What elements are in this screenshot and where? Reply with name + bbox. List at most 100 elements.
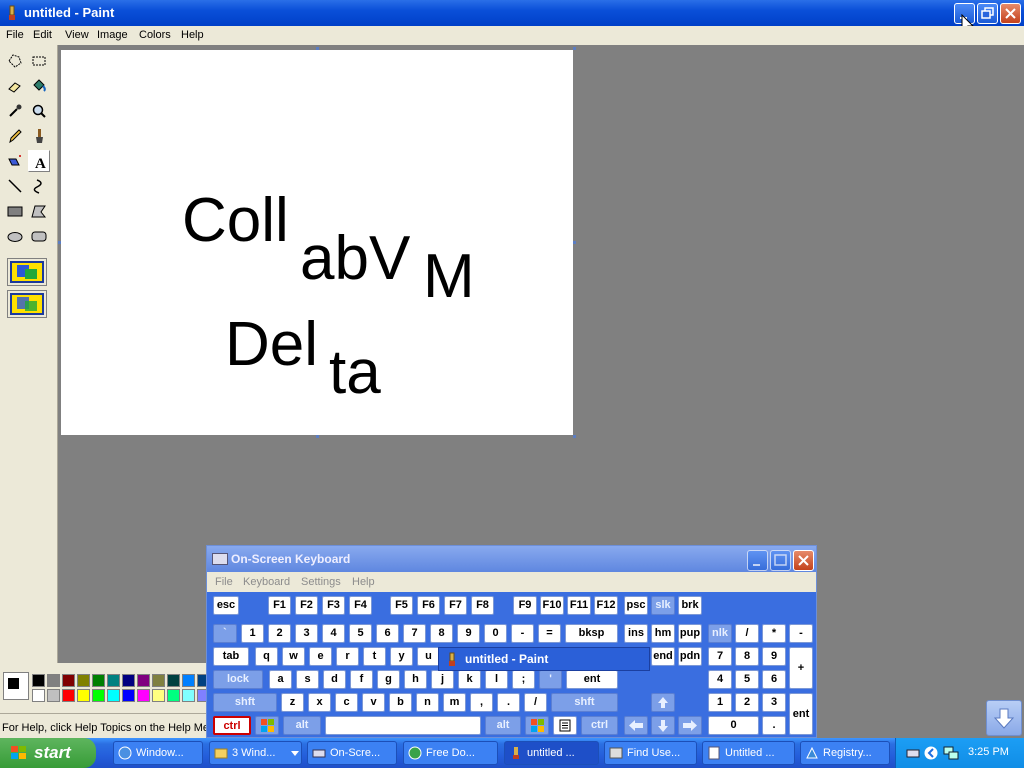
key-tab[interactable]: tab — [213, 647, 249, 666]
key-kp-7[interactable]: 7 — [708, 647, 732, 666]
key-kp-5[interactable]: 5 — [735, 670, 759, 689]
key-1[interactable]: 1 — [241, 624, 264, 643]
key-v[interactable]: v — [362, 693, 385, 712]
chevron-left-icon[interactable] — [924, 745, 938, 761]
key-7[interactable]: 7 — [403, 624, 426, 643]
key-arrow-left[interactable] — [624, 716, 648, 735]
osk-menu-file[interactable]: File — [215, 576, 233, 588]
key-j[interactable]: j — [431, 670, 454, 689]
key-windows-left[interactable] — [255, 716, 279, 735]
osk-title-bar[interactable]: On-Screen Keyboard — [207, 546, 816, 572]
key-kp-6[interactable]: 6 — [762, 670, 786, 689]
taskbar-item-free-download[interactable]: Free Do... — [403, 741, 498, 765]
rounded-rect-tool[interactable] — [28, 225, 50, 247]
key-9[interactable]: 9 — [457, 624, 480, 643]
key-kp-3[interactable]: 3 — [762, 693, 786, 712]
keyboard-tray-icon[interactable] — [906, 746, 920, 760]
osk-menu-keyboard[interactable]: Keyboard — [243, 576, 290, 588]
color-swatch[interactable] — [182, 674, 195, 687]
drawing-canvas[interactable]: Coll abV M Del ta — [61, 50, 573, 435]
rectangle-tool[interactable] — [4, 200, 26, 222]
key-c[interactable]: c — [335, 693, 358, 712]
color-swatch[interactable] — [107, 674, 120, 687]
menu-view[interactable]: View — [65, 29, 89, 41]
key-caps-lock[interactable]: lock — [213, 670, 263, 689]
menu-file[interactable]: File — [6, 29, 24, 41]
color-swatch[interactable] — [32, 674, 45, 687]
taskbar-item-osk[interactable]: On-Scre... — [307, 741, 397, 765]
key-kp-enter[interactable]: ent — [789, 693, 813, 735]
key-f7[interactable]: F7 — [444, 596, 467, 615]
key-kp-4[interactable]: 4 — [708, 670, 732, 689]
key-space[interactable] — [325, 716, 481, 735]
color-swatch[interactable] — [152, 689, 165, 702]
close-button[interactable] — [1000, 3, 1021, 24]
key-end[interactable]: end — [651, 647, 675, 666]
key-ctrl-left[interactable]: ctrl — [213, 716, 251, 735]
key-pup[interactable]: pup — [678, 624, 702, 643]
key-f6[interactable]: F6 — [417, 596, 440, 615]
curve-tool[interactable] — [28, 175, 50, 197]
key-kp-8[interactable]: 8 — [735, 647, 759, 666]
clock[interactable]: 3:25 PM — [968, 746, 1009, 758]
color-swatch[interactable] — [137, 674, 150, 687]
color-swatch[interactable] — [32, 689, 45, 702]
color-swatch[interactable] — [152, 674, 165, 687]
menu-colors[interactable]: Colors — [139, 29, 171, 41]
menu-help[interactable]: Help — [181, 29, 204, 41]
key-f1[interactable]: F1 — [268, 596, 291, 615]
key-f8[interactable]: F8 — [471, 596, 494, 615]
key-m[interactable]: m — [443, 693, 466, 712]
key-f[interactable]: f — [350, 670, 373, 689]
color-swatch[interactable] — [77, 689, 90, 702]
key-u[interactable]: u — [417, 647, 440, 666]
transparent-option-opaque[interactable] — [7, 258, 47, 286]
taskbar-item-find-users[interactable]: Find Use... — [604, 741, 697, 765]
key-g[interactable]: g — [377, 670, 400, 689]
color-swatch[interactable] — [77, 674, 90, 687]
color-swatch[interactable] — [122, 674, 135, 687]
resize-handle-right[interactable] — [573, 241, 576, 244]
color-swatch[interactable] — [167, 689, 180, 702]
free-select-tool[interactable] — [4, 50, 26, 72]
color-swatch[interactable] — [92, 689, 105, 702]
key-f5[interactable]: F5 — [390, 596, 413, 615]
key-3[interactable]: 3 — [295, 624, 318, 643]
airbrush-tool[interactable] — [4, 150, 26, 172]
key-backspace[interactable]: bksp — [565, 624, 618, 643]
key-8[interactable]: 8 — [430, 624, 453, 643]
key-e[interactable]: e — [309, 647, 332, 666]
taskbar-item-window[interactable]: Window... — [113, 741, 203, 765]
key-kp-0[interactable]: 0 — [708, 716, 759, 735]
key-shift-left[interactable]: shft — [213, 693, 277, 712]
key-brk[interactable]: brk — [678, 596, 702, 615]
color-swatch[interactable] — [182, 689, 195, 702]
key-5[interactable]: 5 — [349, 624, 372, 643]
key-windows-right[interactable] — [525, 716, 549, 735]
resize-handle-top-right[interactable] — [573, 47, 576, 50]
key-f3[interactable]: F3 — [322, 596, 345, 615]
resize-handle-bottom-right[interactable] — [573, 435, 576, 438]
pencil-tool[interactable] — [4, 125, 26, 147]
network-icon[interactable] — [943, 745, 959, 761]
key-4[interactable]: 4 — [322, 624, 345, 643]
eraser-tool[interactable] — [4, 75, 26, 97]
key-a[interactable]: a — [269, 670, 292, 689]
line-tool[interactable] — [4, 175, 26, 197]
key-kp-minus[interactable]: - — [789, 624, 813, 643]
key-kp-9[interactable]: 9 — [762, 647, 786, 666]
color-swatch[interactable] — [137, 689, 150, 702]
menu-image[interactable]: Image — [97, 29, 128, 41]
resize-handle-bottom[interactable] — [316, 435, 319, 438]
color-swatch[interactable] — [47, 674, 60, 687]
color-swatch[interactable] — [92, 674, 105, 687]
polygon-tool[interactable] — [28, 200, 50, 222]
key-0[interactable]: 0 — [484, 624, 507, 643]
transparent-option-transparent[interactable] — [7, 290, 47, 318]
osk-menu-help[interactable]: Help — [352, 576, 375, 588]
ellipse-tool[interactable] — [4, 225, 26, 247]
key-grave[interactable]: ` — [213, 624, 237, 643]
start-button[interactable]: start — [0, 738, 96, 768]
resize-handle-left[interactable] — [58, 241, 61, 244]
key-d[interactable]: d — [323, 670, 346, 689]
